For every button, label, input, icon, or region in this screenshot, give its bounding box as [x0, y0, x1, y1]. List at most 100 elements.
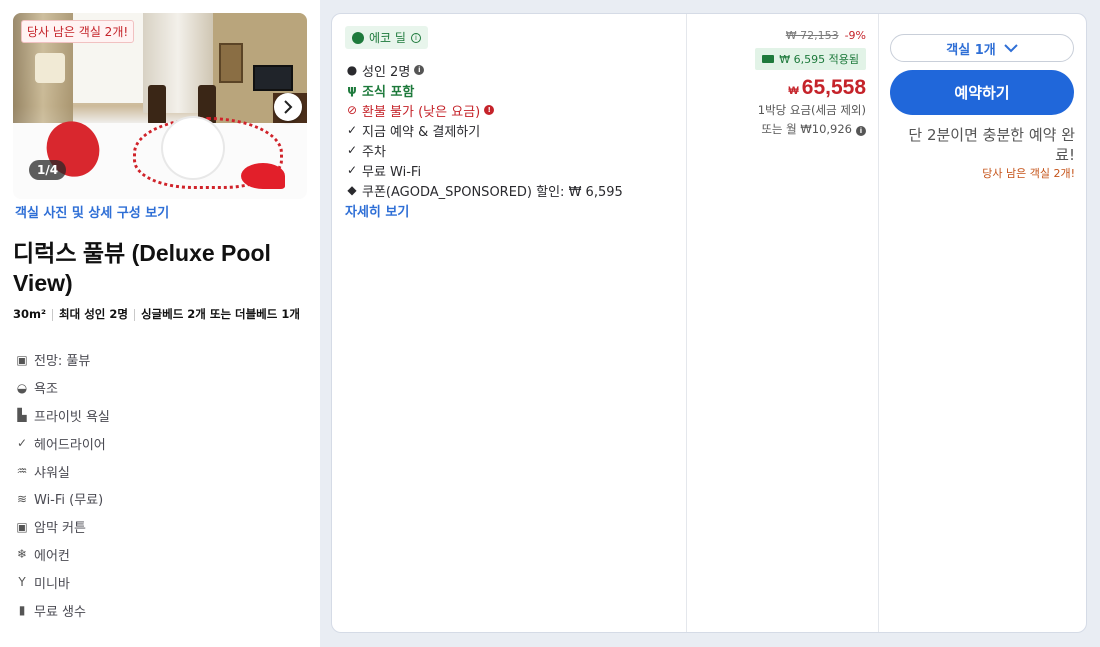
blackout-curtain-icon: ▣: [16, 519, 28, 534]
divider: [133, 308, 135, 321]
monthly-label: 또는 월 ₩10,926: [761, 122, 852, 136]
amenity-label: 헤어드라이어: [34, 437, 106, 453]
quick-booking-note: 단 2분이면 충분한 예약 완료!: [908, 126, 1075, 164]
no-refund-icon: ⊘: [346, 103, 358, 117]
original-price: ₩ 72,153 -9%: [686, 29, 866, 42]
person-icon: ●: [346, 63, 358, 77]
leaf-icon: [352, 31, 364, 44]
amenity-item: ▮ 무료 생수: [15, 596, 305, 624]
amenity-item: ≋ Wi-Fi (무료): [15, 485, 305, 513]
price-column: ₩ 72,153 -9% ₩ 6,595 적용됨 ₩65,558 1박당 요금(세…: [686, 14, 878, 632]
rooms-left-badge: 당사 남은 객실 2개!: [21, 20, 135, 43]
book-button[interactable]: 예약하기: [890, 70, 1074, 115]
price-amount: 65,558: [801, 76, 866, 99]
wifi-icon: ≋: [16, 491, 28, 506]
check-icon: ✓: [346, 163, 358, 177]
strikethrough-price: ₩ 72,153: [785, 29, 839, 42]
amenity-label: 프라이빗 욕실: [34, 409, 110, 425]
room-info-panel: 당사 남은 객실 2개! 1/4 객실 사진 및 상세 구성 보기 디럭스 풀뷰…: [0, 0, 320, 647]
tag-icon: ◆: [347, 183, 357, 197]
info-icon[interactable]: i: [856, 126, 866, 136]
feature-guests: ● 성인 2명 i: [345, 60, 675, 80]
feature-label: 조식 포함: [362, 84, 415, 100]
amenity-label: 에어컨: [34, 548, 70, 564]
feature-label: 무료 Wi-Fi: [362, 164, 422, 180]
fork-knife-icon: ψ: [347, 83, 357, 97]
info-icon[interactable]: i: [410, 32, 421, 43]
feature-wifi: ✓ 무료 Wi-Fi: [345, 160, 675, 180]
amenity-label: 암막 커튼: [34, 521, 86, 537]
eco-deal-label: 에코 딜: [369, 31, 406, 45]
photo-towel-swan: [163, 118, 223, 178]
next-photo-button[interactable]: [274, 93, 302, 121]
photo-mirror: [219, 43, 243, 83]
feature-label: 쿠폰(AGODA_SPONSORED) 할인: ₩ 6,595: [362, 184, 623, 200]
amenity-item: ◒ 욕조: [15, 374, 305, 402]
amenity-item: ▙ 프라이빗 욕실: [15, 402, 305, 430]
final-price: ₩65,558: [686, 76, 866, 100]
photo-heart-pillow: [241, 163, 285, 189]
room-count-select[interactable]: 객실 1개: [890, 34, 1074, 62]
room-max-guests: 최대 성인 2명: [59, 307, 128, 321]
feature-label: 성인 2명: [362, 64, 411, 80]
amenity-item: ▣ 암막 커튼: [15, 513, 305, 541]
ticket-icon: [762, 55, 775, 63]
photo-lamp: [35, 53, 65, 83]
photo-chair: [148, 85, 166, 125]
room-count-label: 객실 1개: [946, 42, 996, 58]
view-icon: ▣: [16, 352, 28, 367]
room-meta: 30m² 최대 성인 2명 싱글베드 2개 또는 더블베드 1개: [13, 305, 303, 323]
coupon-applied-label: ₩ 6,595 적용됨: [779, 53, 859, 66]
feature-breakfast: ψ 조식 포함: [345, 80, 675, 100]
feature-label: 지금 예약 & 결제하기: [362, 124, 481, 140]
room-beds: 싱글베드 2개 또는 더블베드 1개: [140, 307, 300, 321]
offer-features: ● 성인 2명 i ψ 조식 포함 ⊘ 환불 불가 (낮은 요금)! ✓ 지금 예약 & …: [345, 60, 675, 220]
feature-coupon: ◆ 쿠폰(AGODA_SPONSORED) 할인: ₩ 6,595: [345, 180, 675, 200]
amenity-label: 전망: 풀뷰: [34, 354, 91, 370]
discount-percent: -9%: [844, 29, 866, 42]
amenity-item: ♒ 샤워실: [15, 457, 305, 485]
divider: [52, 308, 54, 321]
amenity-label: 욕조: [34, 382, 58, 398]
amenity-label: 미니바: [34, 576, 70, 592]
amenity-label: 샤워실: [34, 465, 70, 481]
amenity-item: ▣ 전망: 풀뷰: [15, 346, 305, 374]
currency-symbol: ₩: [788, 85, 799, 97]
offer-card: 에코 딜 i ● 성인 2명 i ψ 조식 포함 ⊘ 환불 불가 (낮은 요금)! ✓ 지…: [331, 13, 1087, 633]
more-details-link[interactable]: 자세히 보기: [345, 201, 675, 220]
amenity-item: ✓ 헤어드라이어: [15, 429, 305, 457]
water-bottle-icon: ▮: [18, 603, 26, 618]
monthly-price: 또는 월 ₩10,926 i: [686, 121, 866, 137]
chevron-right-icon: [284, 100, 293, 114]
amenity-item: ❄ 에어컨: [15, 541, 305, 569]
room-title: 디럭스 풀뷰 (Deluxe Pool View): [13, 240, 271, 296]
bathtub-icon: ◒: [16, 380, 28, 395]
feature-pay-now: ✓ 지금 예약 & 결제하기: [345, 120, 675, 140]
room-size: 30m²: [13, 307, 47, 321]
amenity-list: ▣ 전망: 풀뷰 ◒ 욕조 ▙ 프라이빗 욕실 ✓ 헤어드라이어 ♒ 샤워실 ≋ Wi-Fi…: [15, 346, 305, 624]
minibar-icon: Y: [18, 575, 26, 590]
check-icon: ✓: [16, 436, 28, 451]
eco-deal-badge[interactable]: 에코 딜 i: [345, 26, 428, 49]
amenity-label: Wi-Fi (무료): [34, 493, 104, 509]
photo-tv: [253, 65, 293, 91]
room-photos-link[interactable]: 객실 사진 및 상세 구성 보기: [15, 202, 169, 221]
feature-parking: ✓ 주차: [345, 140, 675, 160]
feature-refund: ⊘ 환불 불가 (낮은 요금)!: [345, 100, 675, 120]
check-icon: ✓: [346, 123, 358, 137]
shower-icon: ♒: [16, 464, 28, 479]
per-night-note: 1박당 요금(세금 제외): [757, 103, 866, 117]
amenity-label: 무료 생수: [34, 604, 86, 620]
info-icon[interactable]: i: [414, 65, 425, 75]
rooms-left-note: 당사 남은 객실 2개!: [982, 167, 1075, 180]
check-icon: ✓: [346, 143, 358, 157]
feature-label: 환불 불가 (낮은 요금): [362, 104, 481, 120]
feature-label: 주차: [362, 144, 386, 160]
private-bathroom-icon: ▙: [17, 408, 27, 423]
chevron-down-icon: [1004, 43, 1018, 52]
photo-counter: 1/4: [29, 160, 67, 180]
air-conditioner-icon: ❄: [16, 547, 28, 562]
action-column: 객실 1개 예약하기 단 2분이면 충분한 예약 완료! 당사 남은 객실 2개…: [879, 14, 1086, 632]
amenity-item: Y 미니바: [15, 568, 305, 596]
info-icon[interactable]: !: [484, 105, 495, 115]
